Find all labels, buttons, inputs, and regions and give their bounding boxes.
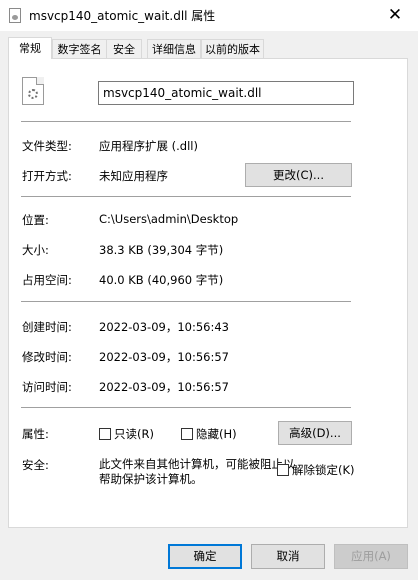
file-type-label: 文件类型:	[22, 139, 72, 153]
separator	[21, 407, 351, 408]
accessed-value: 2022-03-09，10:56:57	[99, 380, 229, 394]
cancel-button[interactable]: 取消	[251, 544, 325, 569]
file-name-input[interactable]: msvcp140_atomic_wait.dll	[98, 81, 354, 105]
hidden-checkbox[interactable]	[181, 428, 193, 440]
separator	[21, 301, 351, 302]
attributes-label: 属性:	[22, 427, 49, 441]
change-button[interactable]: 更改(C)...	[245, 163, 352, 187]
modified-label: 修改时间:	[22, 350, 72, 364]
modified-value: 2022-03-09，10:56:57	[99, 350, 229, 364]
title-bar: msvcp140_atomic_wait.dll 属性 ✕	[0, 0, 418, 31]
file-type-value: 应用程序扩展 (.dll)	[99, 139, 198, 153]
dll-file-icon	[22, 77, 44, 105]
security-message: 此文件来自其他计算机，可能被阻止以帮助保护该计算机。	[99, 457, 295, 486]
open-with-value: 未知应用程序	[99, 169, 168, 183]
separator	[21, 196, 351, 197]
close-button[interactable]: ✕	[372, 0, 418, 31]
location-value: C:\Users\admin\Desktop	[99, 212, 239, 226]
size-value: 38.3 KB (39,304 字节)	[99, 243, 224, 257]
ok-button[interactable]: 确定	[168, 544, 242, 569]
apply-button[interactable]: 应用(A)	[334, 544, 408, 569]
tab-general[interactable]: 常规	[8, 37, 52, 59]
tab-details[interactable]: 详细信息	[147, 39, 201, 58]
tab-security[interactable]: 安全	[106, 39, 142, 58]
created-label: 创建时间:	[22, 320, 72, 334]
advanced-button[interactable]: 高级(D)...	[278, 421, 352, 445]
open-with-label: 打开方式:	[22, 169, 72, 183]
separator	[21, 121, 351, 122]
file-icon	[9, 8, 21, 23]
size-label: 大小:	[22, 243, 49, 257]
location-label: 位置:	[22, 213, 49, 227]
readonly-label[interactable]: 只读(R)	[114, 426, 154, 442]
unblock-label[interactable]: 解除锁定(K)	[292, 462, 355, 478]
created-value: 2022-03-09，10:56:43	[99, 320, 229, 334]
window-title: msvcp140_atomic_wait.dll 属性	[29, 9, 216, 23]
accessed-label: 访问时间:	[22, 380, 72, 394]
gear-icon	[28, 89, 38, 99]
general-panel: msvcp140_atomic_wait.dll 文件类型: 应用程序扩展 (.…	[8, 58, 408, 528]
size-on-disk-value: 40.0 KB (40,960 字节)	[99, 273, 224, 287]
unblock-checkbox[interactable]	[277, 464, 289, 476]
security-label: 安全:	[22, 458, 49, 472]
readonly-checkbox[interactable]	[99, 428, 111, 440]
size-on-disk-label: 占用空间:	[22, 273, 72, 287]
hidden-label[interactable]: 隐藏(H)	[196, 426, 237, 442]
tab-digital-signatures[interactable]: 数字签名	[52, 39, 107, 58]
tab-previous-versions[interactable]: 以前的版本	[201, 39, 264, 58]
